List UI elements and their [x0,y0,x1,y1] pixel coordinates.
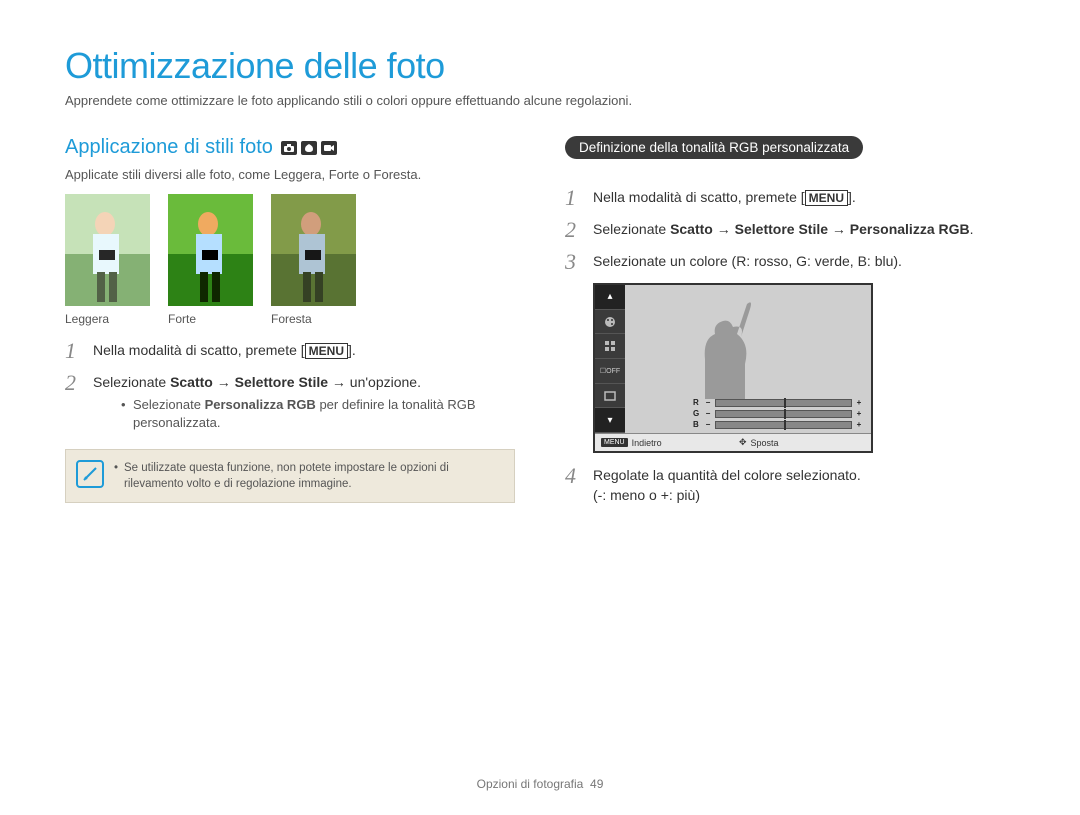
step-number: 4 [565,465,581,487]
step-4-right: 4 Regolate la quantità del colore selezi… [565,465,1015,506]
page-intro: Apprendete come ottimizzare le foto appl… [65,93,1015,108]
thumb-label: Foresta [271,312,356,326]
slider-g: G − + [693,409,863,418]
note-text: Se utilizzate questa funzione, non potet… [114,460,502,492]
sidebar-off-icon: ☐OFF [595,359,625,384]
sidebar-up-icon: ▴ [595,285,625,310]
subsection-pill: Definizione della tonalità RGB personali… [565,136,863,159]
section-heading-styles: Applicazione di stili foto [65,136,515,159]
step-number: 2 [65,372,81,394]
menu-key-icon: MENU [601,438,628,447]
camera-screen-inner: ▴ ☐OFF ▾ [595,285,871,433]
step-number: 1 [565,187,581,209]
note-box: Se utilizzate questa funzione, non potet… [65,449,515,503]
thumb-label: Leggera [65,312,150,326]
step-number: 2 [565,219,581,241]
step-1-left: 1 Nella modalità di scatto, premete [MEN… [65,340,515,362]
step-text: Selezionate Scatto → Selettore Stile → P… [593,219,1015,239]
step-sub-bullets: Selezionate Personalizza RGB per definir… [93,396,515,432]
sidebar-grid-icon [595,334,625,359]
step-text: Selezionate Scatto → Selettore Stile → u… [93,372,515,433]
step-text: Nella modalità di scatto, premete [MENU]… [93,340,515,360]
step-number: 1 [65,340,81,362]
steps-right: 1 Nella modalità di scatto, premete [MEN… [565,187,1015,506]
step-1-right: 1 Nella modalità di scatto, premete [MEN… [565,187,1015,209]
screen-sidebar: ▴ ☐OFF ▾ [595,285,625,433]
mode-camera-icon [281,141,297,155]
thumb-label: Forte [168,312,253,326]
col-right: Definizione della tonalità RGB personali… [565,136,1015,516]
step-number: 3 [565,251,581,273]
style-thumbnails: Leggera Forte [65,194,515,326]
note-icon [76,460,104,488]
sub-bullet: Selezionate Personalizza RGB per definir… [121,396,515,432]
step-2-left: 2 Selezionate Scatto → Selettore Stile →… [65,372,515,433]
footer-page-number: 49 [590,777,603,791]
nav-arrows-icon: ✥ [739,437,747,448]
menu-key-label: MENU [805,190,848,206]
thumb-leggera: Leggera [65,194,150,326]
section-heading-text: Applicazione di stili foto [65,136,273,159]
sidebar-palette-icon [595,310,625,335]
mode-icons [281,141,337,155]
col-left: Applicazione di stili foto Applicate sti… [65,136,515,516]
rgb-sliders: R − + G − + [693,398,863,431]
menu-key-label: MENU [305,343,348,359]
step-text: Selezionate un colore (R: rosso, G: verd… [593,251,1015,271]
step-text: Nella modalità di scatto, premete [MENU]… [593,187,1015,207]
silhouette-graphic [655,289,805,399]
screen-main: R − + G − + [625,285,871,433]
steps-left: 1 Nella modalità di scatto, premete [MEN… [65,340,515,433]
section-desc: Applicate stili diversi alle foto, come … [65,167,515,182]
page-title: Ottimizzazione delle foto [65,45,1015,87]
sidebar-frame-icon [595,384,625,409]
step-2-right: 2 Selezionate Scatto → Selettore Stile →… [565,219,1015,241]
manual-page: Ottimizzazione delle foto Apprendete com… [0,0,1080,516]
page-footer: Opzioni di fotografia 49 [0,777,1080,791]
footer-move: ✥ Sposta [733,434,871,451]
thumb-forte: Forte [168,194,253,326]
footer-section: Opzioni di fotografia [477,777,584,791]
camera-screen: ▴ ☐OFF ▾ [593,283,873,453]
slider-r: R − + [693,398,863,407]
footer-back: MENU Indietro [595,434,733,451]
slider-b: B − + [693,420,863,429]
mode-dual-icon [301,141,317,155]
sidebar-down-icon: ▾ [595,408,625,433]
screen-footer: MENU Indietro ✥ Sposta [595,433,871,451]
mode-video-icon [321,141,337,155]
thumb-foresta: Foresta [271,194,356,326]
step-3-right: 3 Selezionate un colore (R: rosso, G: ve… [565,251,1015,273]
thumb-image [168,194,253,306]
step-text: Regolate la quantità del colore selezion… [593,465,1015,506]
thumb-image [271,194,356,306]
thumb-image [65,194,150,306]
content-columns: Applicazione di stili foto Applicate sti… [65,136,1015,516]
